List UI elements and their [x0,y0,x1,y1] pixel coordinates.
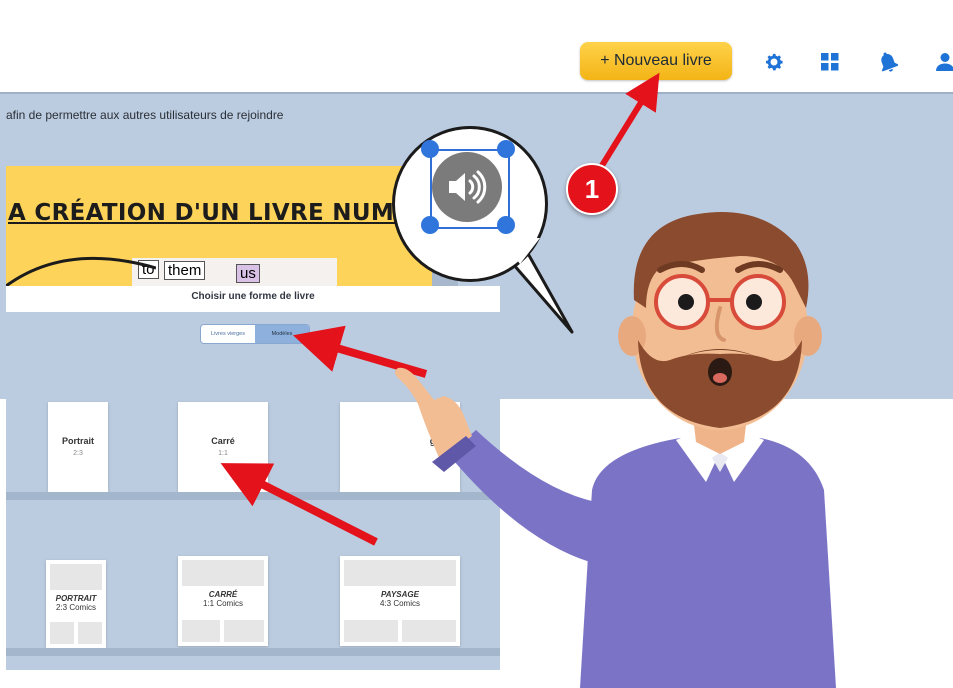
arrow-to-new-book [595,72,660,174]
presenter-character [395,212,836,688]
